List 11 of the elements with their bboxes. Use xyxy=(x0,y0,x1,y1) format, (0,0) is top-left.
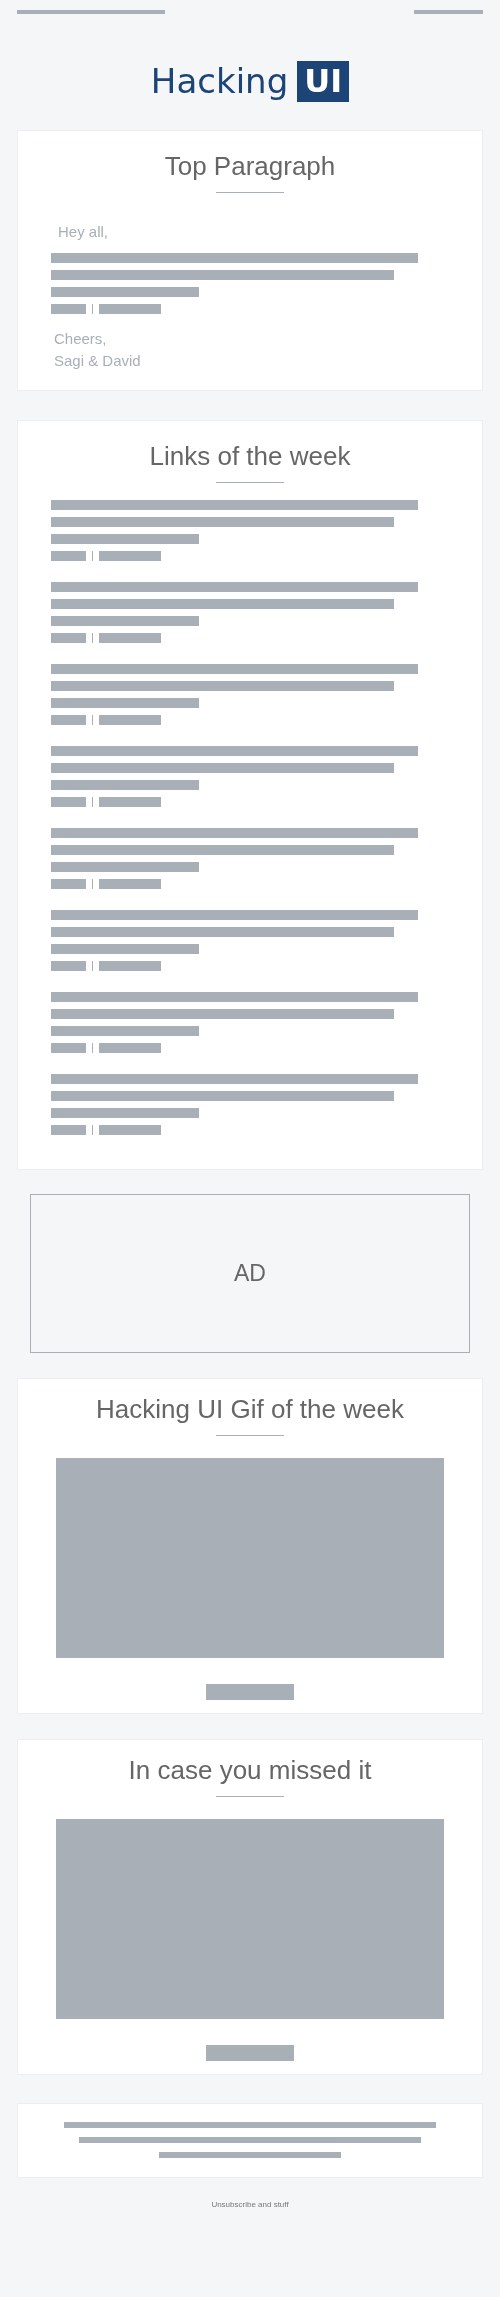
section-title: Links of the week xyxy=(148,440,352,472)
signoff-text: Cheers, xyxy=(54,329,108,349)
section-title: Hacking UI Gif of the week xyxy=(95,1393,405,1425)
signoff-text: Sagi & David xyxy=(54,351,142,371)
section-title: Top Paragraph xyxy=(163,150,337,182)
logo-badge: UI xyxy=(297,60,350,102)
unsubscribe-text: Unsubscribe and stuff xyxy=(210,2200,290,2209)
greeting-text: Hey all, xyxy=(58,223,110,241)
section-title: In case you missed it xyxy=(127,1754,373,1786)
logo-text: Hacking xyxy=(150,60,289,102)
ad-label: AD xyxy=(234,1260,266,1287)
